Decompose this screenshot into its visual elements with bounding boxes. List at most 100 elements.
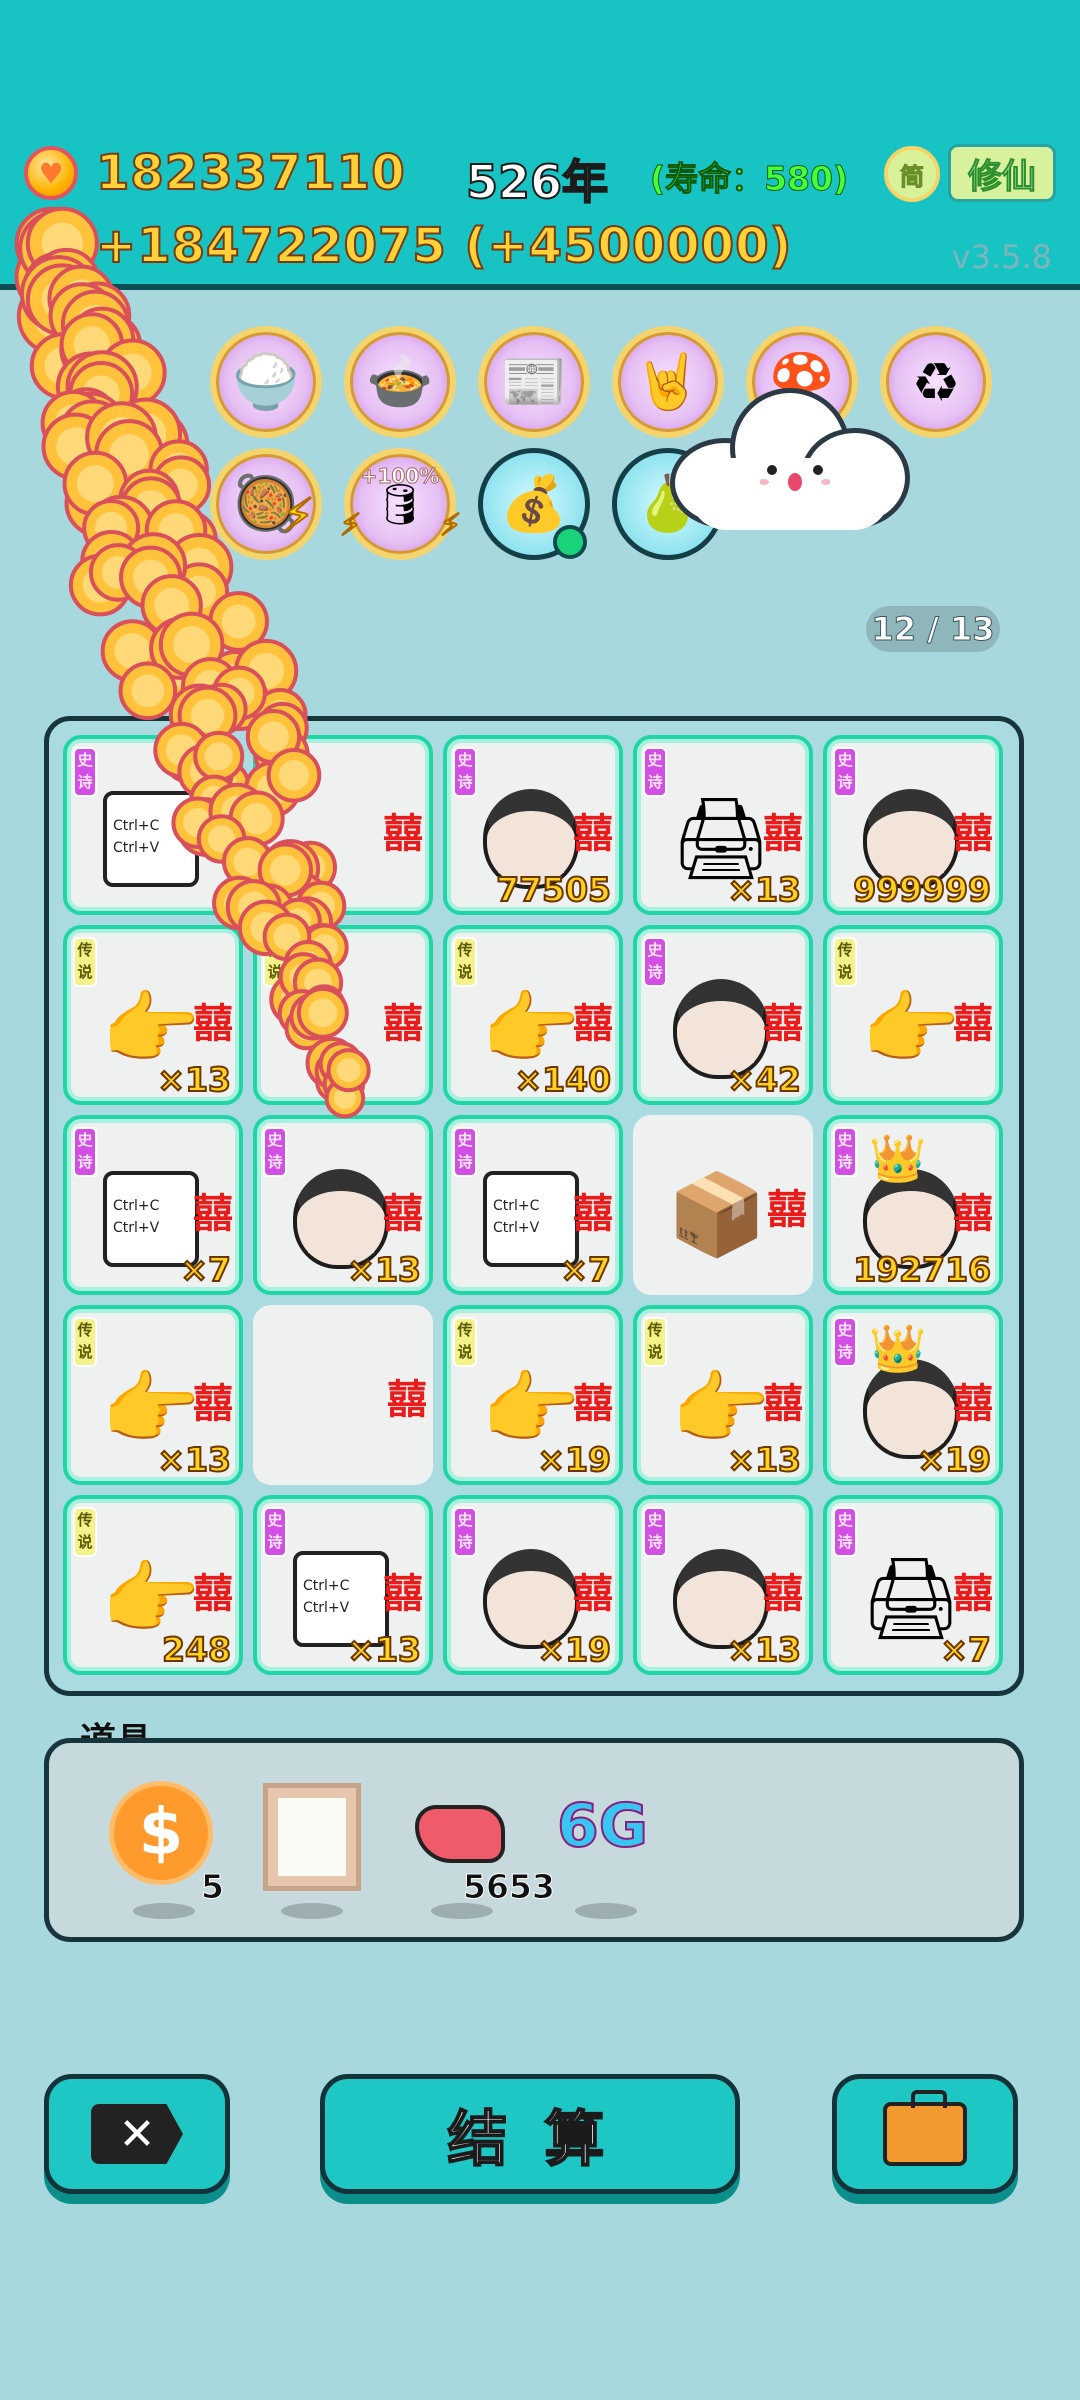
grid-cell[interactable]: 史诗囍 77505 xyxy=(443,735,623,915)
coin-icon xyxy=(169,562,230,623)
grid-cell[interactable]: 史诗 🖨 囍 ×7 xyxy=(823,1495,1003,1675)
grid-cell[interactable]: 史诗 👑 囍 ×19 xyxy=(823,1305,1003,1485)
xi-mark: 囍 xyxy=(763,811,803,857)
income-display: ♥ +184722075 (+4500000) xyxy=(24,217,793,275)
xi-mark: 囍 xyxy=(387,1377,427,1423)
rice-bowls-upgrade[interactable]: 🍚 xyxy=(210,326,322,438)
settle-button[interactable]: 结 算 xyxy=(320,2074,740,2194)
item-count: 999999 xyxy=(852,869,992,910)
coin-icon xyxy=(64,469,133,538)
xi-mark: 囍 xyxy=(763,1571,803,1617)
cloud-mascot[interactable] xyxy=(670,388,910,538)
coin-icon xyxy=(208,591,269,652)
coin-icon xyxy=(85,401,158,474)
xi-mark: 囍 xyxy=(763,1381,803,1427)
grid-cell[interactable]: 史诗 Ctrl+C Ctrl+V 囍 xyxy=(63,735,243,915)
close-button[interactable]: ✕ xyxy=(44,2074,230,2194)
recycle-icon: ♻ xyxy=(911,350,961,414)
grid-cell[interactable]: 史诗囍 ×19 xyxy=(443,1495,623,1675)
grid-cell[interactable]: 传说囍 xyxy=(253,925,433,1105)
item-count: ×19 xyxy=(536,1439,612,1480)
coin-icon xyxy=(87,494,155,563)
grid-cell[interactable]: 史诗囍 ×13 xyxy=(633,1495,813,1675)
grid-cell[interactable]: 史诗 Ctrl+C Ctrl+V 囍 ×7 xyxy=(443,1115,623,1295)
coin-icon xyxy=(54,391,128,465)
item-count: 192716 xyxy=(852,1249,992,1290)
item-count: ×7 xyxy=(559,1249,612,1290)
grid-cell[interactable]: 传说 👉 囍 ×13 xyxy=(63,1305,243,1485)
lightning-icon: ⚡ xyxy=(281,487,315,543)
xi-mark: 囍 xyxy=(573,811,613,857)
grid-cell[interactable]: 史诗囍 ×13 xyxy=(253,1115,433,1295)
6g-tool[interactable]: 6G xyxy=(556,1790,649,1862)
coin-icon xyxy=(127,488,190,552)
coin-icon xyxy=(59,312,133,386)
item-count: ×13 xyxy=(726,1439,802,1480)
coin-icon xyxy=(233,638,299,704)
coin-icon xyxy=(65,350,139,424)
time-magazine-upgrade[interactable]: 📰 xyxy=(478,326,590,438)
coin-icon xyxy=(155,626,219,691)
rice-cooker-icon: 🍲 xyxy=(366,350,434,413)
coin-icon xyxy=(91,457,160,526)
coin-icon xyxy=(157,509,218,571)
grid-cell[interactable]: 囍 xyxy=(253,1305,433,1485)
grid-cell[interactable]: 史诗囍 ×42 xyxy=(633,925,813,1105)
coin-icon xyxy=(60,289,131,359)
xi-mark: 囍 xyxy=(953,1571,993,1617)
grid-cell[interactable]: 史诗 🖨 囍 ×13 xyxy=(633,735,813,915)
grid-cell[interactable]: 史诗 Ctrl+C Ctrl+V 囍 ×7 xyxy=(63,1115,243,1295)
grid-cell[interactable]: 传说 👉 囍 ×13 xyxy=(633,1305,813,1485)
page-indicator: 12 / 13 xyxy=(866,606,1000,652)
coin-icon xyxy=(180,657,240,716)
grid-cell[interactable]: 传说 👉 囍 248 xyxy=(63,1495,243,1675)
coin-icon xyxy=(55,351,128,423)
item-count: ×19 xyxy=(916,1439,992,1480)
money-display: ♥ 182337110 xyxy=(24,144,406,202)
coin-icon xyxy=(158,611,225,678)
coin-icon xyxy=(48,282,116,350)
grid-cell[interactable]: 史诗囍 999999 xyxy=(823,735,1003,915)
income-value: +184722075 (+4500000) xyxy=(95,217,793,275)
bonus-label: +100% xyxy=(360,464,440,489)
grid-cell[interactable]: 史诗 👑 囍 192716 xyxy=(823,1115,1003,1295)
item-count: ×13 xyxy=(346,1629,422,1670)
coin-icon xyxy=(149,616,213,680)
coin-icon xyxy=(68,306,136,374)
top-bar: ♥ 182337110 ♥ +184722075 (+4500000) 526年… xyxy=(0,0,1080,290)
grid-cell[interactable]: 传说 👉 囍 ×140 xyxy=(443,925,623,1105)
item-grid: 史诗 Ctrl+C Ctrl+V 囍史诗囍史诗囍 77505 史诗 🖨 囍 ×13 史诗囍 999… xyxy=(44,716,1024,1696)
lifespan-label: (寿命：580) xyxy=(649,159,849,199)
simplified-chinese-button[interactable]: 简 xyxy=(884,146,940,202)
grid-cell[interactable]: 传说 👉 囍 ×19 xyxy=(443,1305,623,1485)
dollar-coin-tool[interactable]: $ xyxy=(109,1781,213,1885)
liver-tool[interactable] xyxy=(415,1805,505,1863)
coin-icon xyxy=(16,277,95,356)
grid-cell[interactable]: 史诗囍 xyxy=(253,735,433,915)
rice-bag-upgrade[interactable]: 🛢 +100% xyxy=(344,448,456,560)
grid-cell[interactable]: 传说 👉 囍 xyxy=(823,925,1003,1105)
item-count: 77505 xyxy=(495,869,612,910)
xi-mark: 囍 xyxy=(953,1381,993,1427)
rice-cooker-upgrade[interactable]: 🍲 xyxy=(344,326,456,438)
item-count: ×19 xyxy=(536,1629,612,1670)
xi-mark: 囍 xyxy=(767,1187,807,1233)
xi-mark: 囍 xyxy=(953,1001,993,1047)
money-bag-upgrade[interactable]: 💰 xyxy=(478,448,590,560)
grid-cell[interactable]: 📦 囍 xyxy=(633,1115,813,1295)
xi-mark: 囍 xyxy=(573,1381,613,1427)
xi-mark: 囍 xyxy=(383,1191,423,1237)
xiuxian-button[interactable]: 修仙 xyxy=(948,144,1056,202)
xi-mark: 囍 xyxy=(193,1381,233,1427)
year-counter: 526年 xyxy=(465,154,609,210)
coin-icon xyxy=(59,312,124,377)
coin-icon xyxy=(119,545,183,609)
coin-icon xyxy=(41,412,110,481)
lightning-icon: ⚡ xyxy=(439,507,462,544)
grid-cell[interactable]: 传说 👉 囍 ×13 xyxy=(63,925,243,1105)
inventory-button[interactable] xyxy=(832,2074,1018,2194)
grid-cell[interactable]: 史诗 Ctrl+C Ctrl+V 囍 ×13 xyxy=(253,1495,433,1675)
lightning-icon: ⚡ xyxy=(339,507,362,544)
version-label: v3.5.8 xyxy=(951,238,1052,276)
frame-tool[interactable] xyxy=(263,1783,361,1891)
